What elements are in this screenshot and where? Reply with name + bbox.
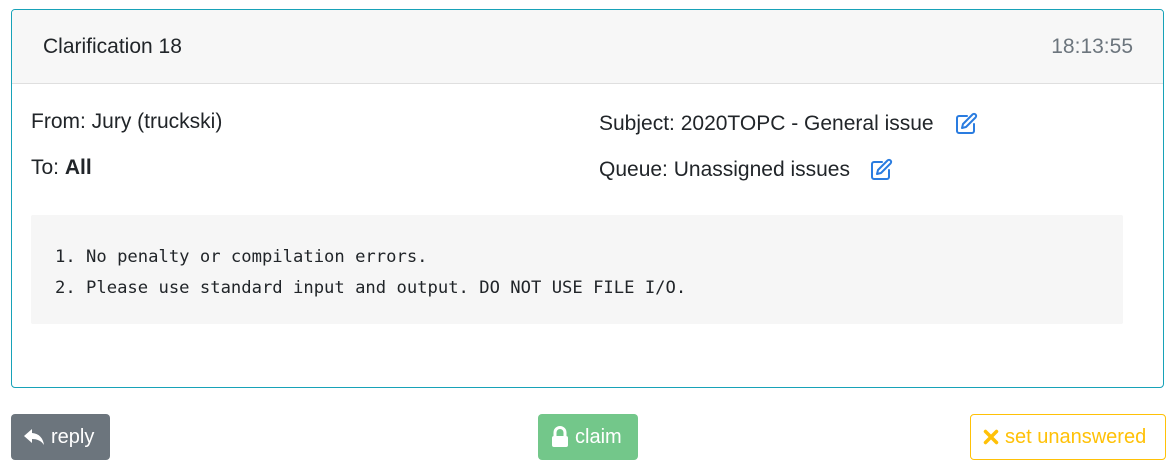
reply-icon xyxy=(23,428,51,446)
clarification-time: 18:13:55 xyxy=(1051,35,1133,58)
lock-icon xyxy=(551,426,575,448)
edit-icon[interactable] xyxy=(869,158,893,182)
subject-field: Subject: 2020TOPC - General issue xyxy=(599,112,978,136)
claim-label: claim xyxy=(575,425,622,448)
claim-button[interactable]: claim xyxy=(538,414,638,460)
message-line: 2. Please use standard input and output.… xyxy=(55,278,687,298)
to-field: To: All xyxy=(31,156,92,180)
subject-text: Subject: 2020TOPC - General issue xyxy=(599,112,934,135)
to-label: To: xyxy=(31,156,65,179)
reply-label: reply xyxy=(51,425,95,448)
to-value: All xyxy=(64,156,92,179)
message-line: 1. No penalty or compilation errors. xyxy=(55,247,428,267)
clarification-message: 1. No penalty or compilation errors. 2. … xyxy=(31,215,1123,324)
clarification-card: Clarification 18 18:13:55 xyxy=(11,9,1164,388)
close-icon xyxy=(983,429,1005,445)
edit-icon[interactable] xyxy=(954,112,978,136)
set-unanswered-label: set unanswered xyxy=(1005,425,1147,448)
from-field: From: Jury (truckski) xyxy=(31,110,223,133)
set-unanswered-button[interactable]: set unanswered xyxy=(970,414,1166,460)
reply-button[interactable]: reply xyxy=(11,414,110,460)
queue-text: Queue: Unassigned issues xyxy=(599,158,850,181)
queue-field: Queue: Unassigned issues xyxy=(599,158,893,182)
card-header: Clarification 18 18:13:55 xyxy=(12,10,1163,84)
clarification-title: Clarification 18 xyxy=(43,35,182,58)
